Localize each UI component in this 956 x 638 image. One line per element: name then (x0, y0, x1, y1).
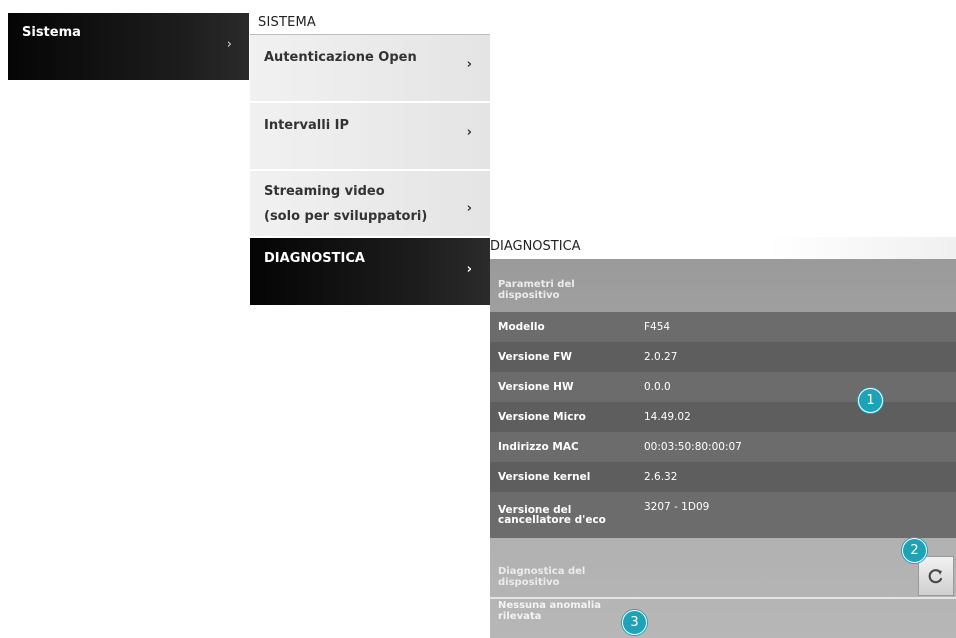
menu-item-intervalli-ip[interactable]: Intervalli IP › (250, 103, 490, 171)
param-key: Versione FW (498, 351, 572, 363)
divider (490, 597, 956, 599)
param-row: Versione HW 0.0.0 (490, 372, 956, 402)
param-key: Modello (498, 321, 545, 333)
params-section-title: Parametri del dispositivo (498, 279, 575, 301)
sistema-label: Sistema (22, 25, 81, 40)
callout-badge-3: 3 (622, 610, 647, 635)
callout-badge-1: 1 (858, 388, 883, 413)
param-key: Versione HW (498, 381, 574, 393)
diagnostica-header: DIAGNOSTICA (490, 237, 956, 259)
param-value: 2.0.27 (644, 351, 678, 363)
menu-item-autenticazione-open[interactable]: Autenticazione Open › (250, 35, 490, 103)
menu-item-sublabel: (solo per sviluppatori) (264, 209, 428, 224)
chevron-right-icon: › (466, 125, 472, 140)
param-row: Versione Micro 14.49.02 (490, 402, 956, 432)
param-key: Versione kernel (498, 471, 591, 483)
param-value: 00:03:50:80:00:07 (644, 441, 742, 453)
status-text: Nessuna anomalia rilevata (498, 600, 602, 622)
sistema-menu-header: SISTEMA (250, 13, 490, 35)
param-value: 14.49.02 (644, 411, 691, 423)
menu-item-streaming-video[interactable]: Streaming video (solo per sviluppatori) … (250, 171, 490, 238)
param-value: 3207 - 1D09 (644, 501, 710, 513)
menu-item-label: Streaming video (264, 184, 385, 199)
refresh-button[interactable] (918, 556, 954, 596)
menu-item-diagnostica[interactable]: DIAGNOSTICA › (250, 238, 490, 305)
chevron-right-icon: › (466, 262, 472, 277)
menu-item-label: Intervalli IP (264, 118, 350, 133)
param-row: Modello F454 (490, 312, 956, 342)
param-key: Versione del cancellatore d'eco (498, 504, 606, 526)
sistema-tile[interactable]: Sistema › (8, 13, 249, 80)
param-value: F454 (644, 321, 671, 333)
menu-item-label: Autenticazione Open (264, 50, 417, 65)
menu-item-label: DIAGNOSTICA (264, 251, 365, 266)
chevron-right-icon: › (466, 57, 472, 72)
param-value: 0.0.0 (644, 381, 671, 393)
param-value: 2.6.32 (644, 471, 678, 483)
param-row: Versione del cancellatore d'eco 3207 - 1… (490, 492, 956, 538)
diag-section-title: Diagnostica del dispositivo (498, 566, 586, 588)
param-row: Versione FW 2.0.27 (490, 342, 956, 372)
diagnostica-panel: Parametri del dispositivo Modello F454 V… (490, 259, 956, 638)
param-key: Versione Micro (498, 411, 586, 423)
param-key: Indirizzo MAC (498, 441, 579, 453)
param-row: Indirizzo MAC 00:03:50:80:00:07 (490, 432, 956, 462)
refresh-icon (928, 569, 943, 584)
callout-badge-2: 2 (902, 538, 927, 563)
chevron-right-icon: › (466, 201, 472, 216)
chevron-right-icon: › (226, 37, 232, 52)
param-row: Versione kernel 2.6.32 (490, 462, 956, 492)
